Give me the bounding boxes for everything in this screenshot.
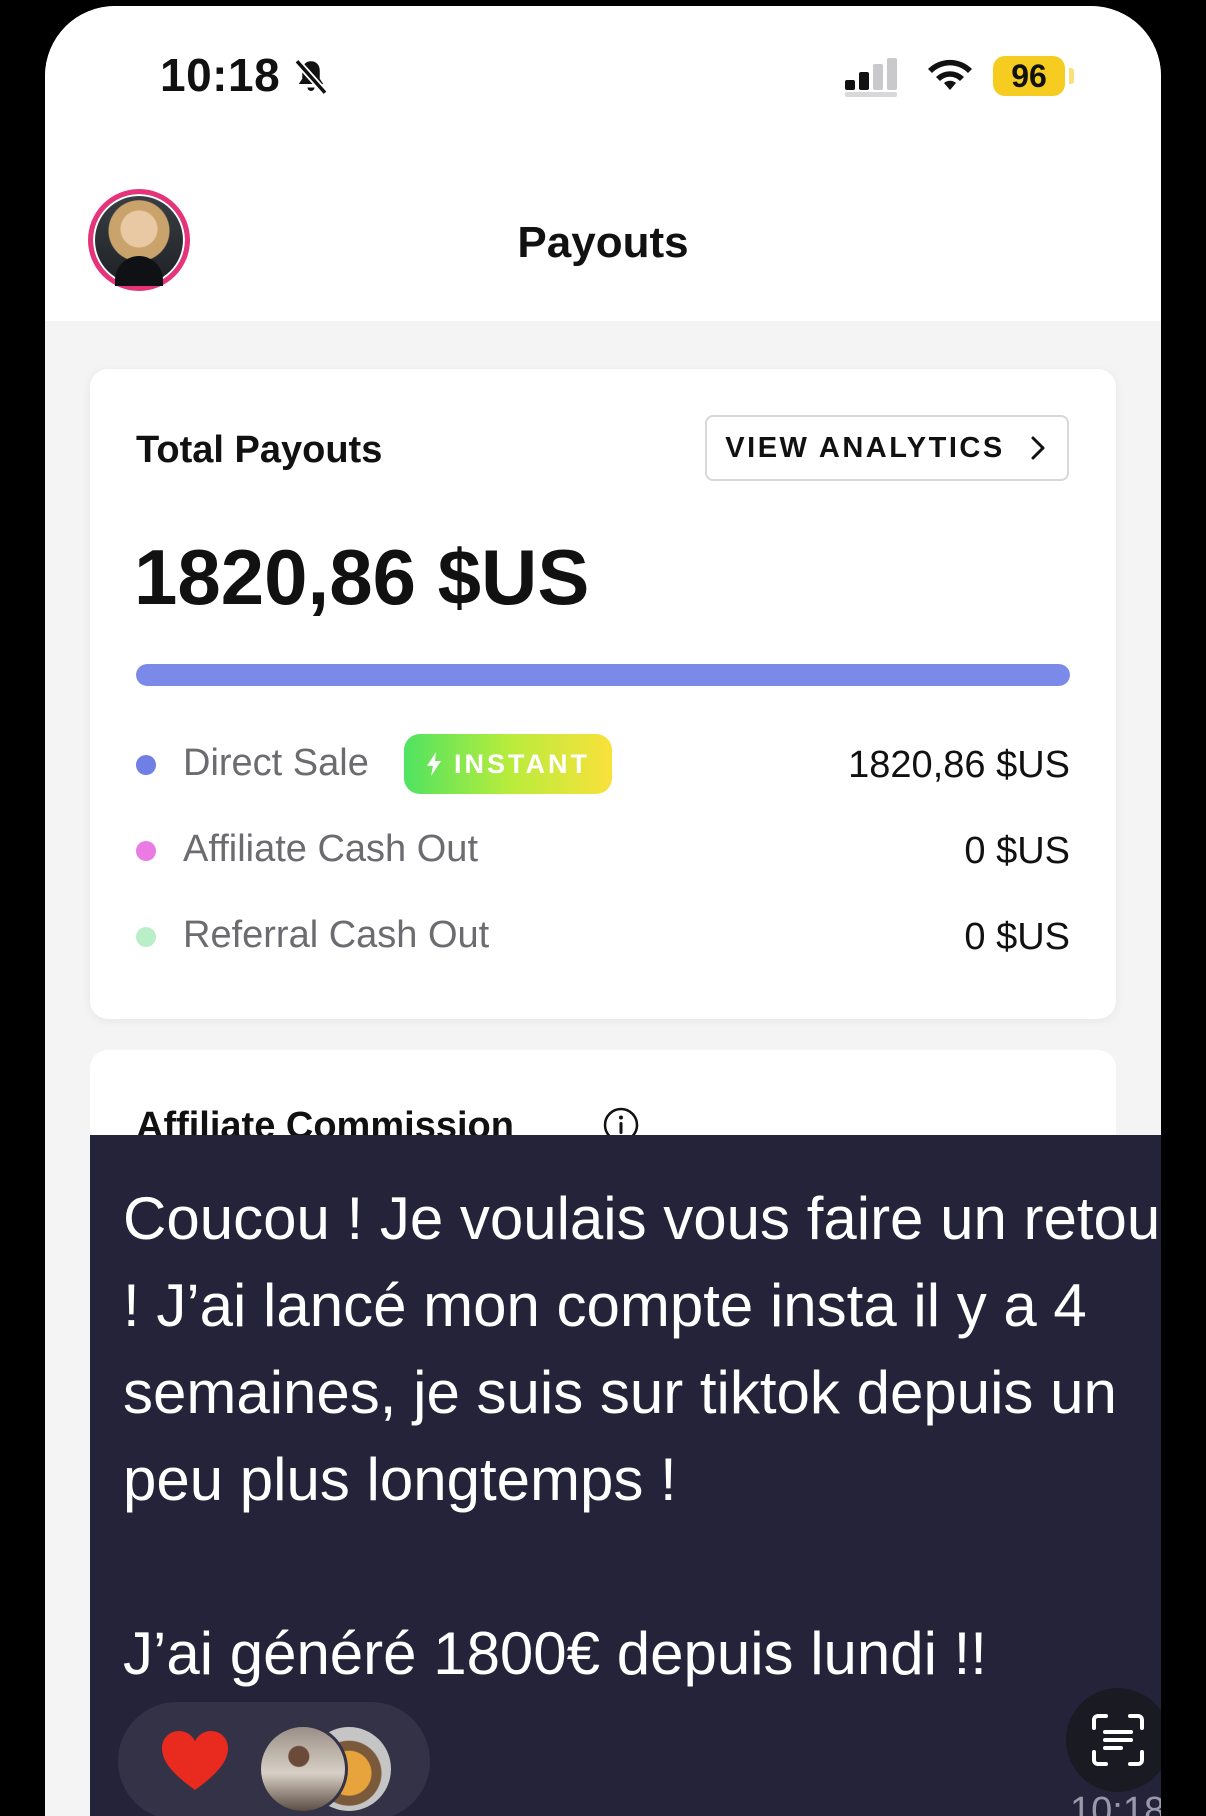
status-time: 10:18 — [160, 49, 281, 101]
phone-screen: 10:18 96 Payouts Total Payouts VIEW ANAL… — [45, 6, 1161, 1816]
instant-badge: INSTANT — [404, 734, 612, 794]
cellular-signal-icon — [845, 58, 897, 97]
referral-dot — [136, 927, 156, 947]
total-payout-amount: 1820,86 $US — [134, 533, 590, 621]
message-overlay: Coucou ! Je voulais vous faire un retour… — [90, 1135, 1161, 1816]
lightning-bolt-icon — [427, 752, 441, 776]
payout-row-affiliate: Affiliate Cash Out 0 $US — [136, 820, 1070, 880]
payout-row-direct-sale: Direct Sale INSTANT 1820,86 $US — [136, 734, 1070, 794]
text-scan-icon — [1092, 1714, 1144, 1766]
view-analytics-button[interactable]: VIEW ANALYTICS — [705, 415, 1069, 481]
instant-badge-label: INSTANT — [454, 748, 590, 779]
card-title: Total Payouts — [136, 429, 383, 471]
page-title: Payouts — [517, 218, 689, 267]
wifi-icon — [928, 59, 972, 90]
total-payouts-card: Total Payouts VIEW ANALYTICS 1820,86 $US… — [90, 369, 1116, 1019]
message-timestamp: 10:18 — [1070, 1790, 1161, 1816]
heart-reaction-icon[interactable] — [160, 1730, 230, 1792]
chevron-right-icon — [1031, 436, 1045, 460]
battery-nub — [1069, 68, 1074, 84]
battery-indicator: 96 — [993, 56, 1065, 96]
reactor-avatar[interactable] — [258, 1724, 348, 1814]
message-text: Coucou ! Je voulais vous faire un retour… — [123, 1185, 1161, 1687]
bell-muted-icon — [294, 58, 328, 96]
row-value: 0 $US — [964, 916, 1070, 958]
reactions-bar[interactable] — [118, 1702, 430, 1816]
affiliate-dot — [136, 841, 156, 861]
payout-progress-bar — [136, 664, 1070, 686]
row-label: Affiliate Cash Out — [183, 828, 479, 870]
row-label: Referral Cash Out — [183, 914, 490, 956]
payout-row-referral: Referral Cash Out 0 $US — [136, 906, 1070, 966]
row-label: Direct Sale — [183, 742, 369, 784]
row-value: 1820,86 $US — [848, 744, 1070, 786]
direct-sale-dot — [136, 755, 156, 775]
live-text-button[interactable] — [1066, 1688, 1161, 1792]
view-analytics-label: VIEW ANALYTICS — [725, 431, 1005, 464]
row-value: 0 $US — [964, 830, 1070, 872]
payout-progress-fill — [136, 664, 1070, 686]
